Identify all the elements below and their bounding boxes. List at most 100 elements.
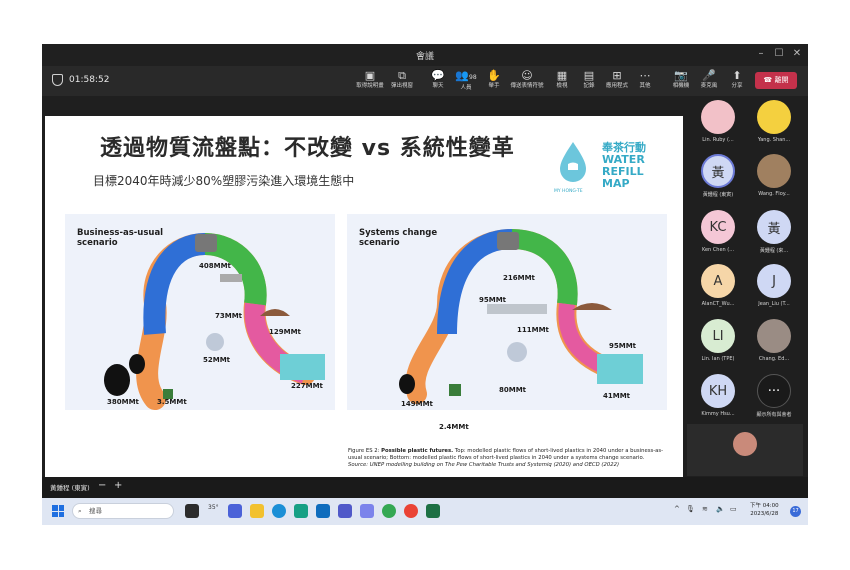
window-title: 會議 [415, 52, 434, 62]
avatar [757, 100, 791, 134]
value-bio-based: 3.5MMt [157, 398, 187, 406]
chrome-icon[interactable] [404, 504, 418, 518]
title-bar: 會議 – ☐ ✕ [42, 44, 808, 66]
participant-tile[interactable]: Yang. Shan... [745, 100, 803, 143]
value-mismanaged: 41MMt [603, 392, 631, 400]
stage-footer: 黃鍾程 (東寅) − + [42, 477, 808, 498]
notification-badge[interactable]: 17 [790, 506, 801, 517]
value-recycling: 111MMt [517, 326, 549, 334]
close-icon[interactable]: ✕ [790, 48, 804, 59]
avatar [733, 432, 757, 456]
avatar [757, 154, 791, 188]
weather-widget[interactable]: 35° [208, 504, 219, 511]
chat-app-icon[interactable] [228, 504, 242, 518]
avatar: 黃 [701, 154, 735, 188]
value-mismanaged: 227MMt [291, 382, 323, 390]
battery-icon[interactable]: ▭ [730, 505, 737, 513]
teams-meeting-icon[interactable] [360, 504, 374, 518]
participant-tile[interactable]: 黃黃鍾程 (東寅) [689, 154, 747, 198]
panel-systems-change: Systems change scenario 216MMt 95MMt 111… [347, 214, 667, 410]
toolbar-button-reactions[interactable]: ☺ 傳送表情符號 [509, 69, 545, 91]
value-disposed: 95MMt [609, 342, 637, 350]
volume-icon[interactable]: 🔈 [716, 505, 725, 513]
show-all-participants-button[interactable]: ··· 顯示所有與會者 [745, 374, 803, 418]
figure-caption: Figure ES 2: Possible plastic futures. T… [348, 448, 664, 468]
line-icon[interactable] [382, 504, 396, 518]
participant-tile[interactable]: Chang. Ed... [745, 319, 803, 362]
outlook-icon[interactable] [316, 504, 330, 518]
meeting-timer: 01:58:52 [69, 75, 110, 85]
windows-taskbar: ⌕ 搜尋 35° ^ 🎙 ≋ 🔈 ▭ 下午 04:00 2023/6/28 17 [42, 498, 808, 525]
toolbar-button-more[interactable]: ⋯ 其他 [627, 69, 663, 91]
avatar: KC [701, 210, 735, 244]
value-secondary-plastics: 80MMt [499, 386, 527, 394]
value-reuse: 95MMt [479, 296, 507, 304]
value-waste-generated: 216MMt [503, 274, 535, 282]
help-view-icon: ▣ [364, 69, 376, 82]
teams-meeting-window: 會議 – ☐ ✕ 01:58:52 ▣ 取得說明畫 ⧉ 彈出視窗 💬 聊天 👥98 人員… [42, 44, 808, 525]
more-icon: ··· [757, 374, 791, 408]
toolbar-button-popout[interactable]: ⧉ 彈出視窗 [384, 69, 420, 91]
water-drop-logo-icon [560, 142, 586, 182]
mic-icon[interactable]: 🎙 [686, 505, 695, 513]
participant-tile[interactable]: Wang. Floy... [745, 154, 803, 197]
presenter-name: 黃鍾程 (東寅) [50, 484, 90, 492]
toolbar-button-share[interactable]: ⬆ 分享 [719, 69, 755, 91]
more-icon: ⋯ [639, 69, 651, 82]
self-view-video [687, 424, 803, 476]
slide-subtitle: 目標2040年時減少80%塑膠污染進入環境生態中 [93, 174, 355, 188]
value-fossil-plastics: 149MMt [401, 400, 433, 408]
value-bio-based-right: 2.4MMt [439, 423, 469, 431]
wifi-icon[interactable]: ≋ [702, 505, 708, 513]
task-view-icon[interactable] [185, 504, 199, 518]
teams-icon[interactable] [338, 504, 352, 518]
hand-icon: ✋ [487, 69, 501, 82]
value-secondary-plastics: 52MMt [203, 356, 231, 364]
taskbar-search-input[interactable]: ⌕ 搜尋 [72, 503, 174, 519]
chevron-up-icon[interactable]: ^ [674, 505, 680, 513]
avatar: KH [701, 374, 735, 408]
popout-icon: ⧉ [398, 69, 406, 82]
avatar: 黃 [757, 210, 791, 244]
zoom-in-button[interactable]: + [114, 480, 122, 491]
avatar [701, 100, 735, 134]
value-waste-generated: 408MMt [199, 262, 231, 270]
share-icon: ⬆ [732, 69, 742, 82]
maximize-icon[interactable]: ☐ [772, 48, 786, 59]
shared-slide: 透過物質流盤點：不改變 vs 系統性變革 目標2040年時減少80%塑膠污染進入… [45, 96, 683, 522]
toolbar-button-help[interactable]: ▣ 取得說明畫 [352, 69, 388, 91]
value-recycling: 73MMt [215, 312, 243, 320]
participant-tile[interactable]: KC Ken Chen (... [689, 210, 747, 253]
toolbar-button-raise-hand[interactable]: ✋ 舉手 [476, 69, 512, 91]
leave-button[interactable]: ☎ 離開 [755, 72, 797, 89]
participant-tile[interactable]: A AlanCT_Wu... [689, 264, 747, 307]
value-fossil-plastics: 380MMt [107, 398, 139, 406]
panel-title-bau: Business-as-usual scenario [77, 228, 164, 248]
windows-start-icon[interactable] [52, 505, 64, 517]
participant-tile[interactable]: KH Kimmy Hsu... [689, 374, 747, 417]
excel-icon[interactable] [426, 504, 440, 518]
file-explorer-icon[interactable] [250, 504, 264, 518]
slide-title: 透過物質流盤點：不改變 vs 系統性變革 [100, 136, 515, 161]
participant-tile[interactable]: 黃黃鍾程 (來... [745, 210, 803, 254]
minimize-icon[interactable]: – [754, 48, 768, 59]
phone-hangup-icon: ☎ [763, 76, 775, 84]
avatar [757, 319, 791, 353]
water-refill-map-logo: 奉茶行動 WATER REFILL MAP [602, 141, 646, 190]
taskbar-clock[interactable]: 下午 04:00 2023/6/28 [750, 502, 779, 518]
panel-business-as-usual: Business-as-usual scenario 408MMt 73MMt … [65, 214, 335, 410]
app-icon[interactable] [294, 504, 308, 518]
avatar: A [701, 264, 735, 298]
participant-tile[interactable]: J Jean_Liu (T... [745, 264, 803, 307]
logo-caption: MY HONG-TE [554, 189, 583, 194]
panel-title-systems-change: Systems change scenario [359, 228, 438, 248]
emoji-icon: ☺ [521, 69, 533, 82]
search-icon: ⌕ [78, 507, 82, 515]
participant-tile[interactable]: LI Lin. Ian (TPE) [689, 319, 747, 362]
edge-browser-icon[interactable] [272, 504, 286, 518]
zoom-out-button[interactable]: − [98, 480, 106, 491]
value-disposed: 129MMt [269, 328, 301, 336]
avatar: J [757, 264, 791, 298]
shield-icon [52, 74, 63, 86]
participant-tile[interactable]: Lin. Ruby (... [689, 100, 747, 143]
